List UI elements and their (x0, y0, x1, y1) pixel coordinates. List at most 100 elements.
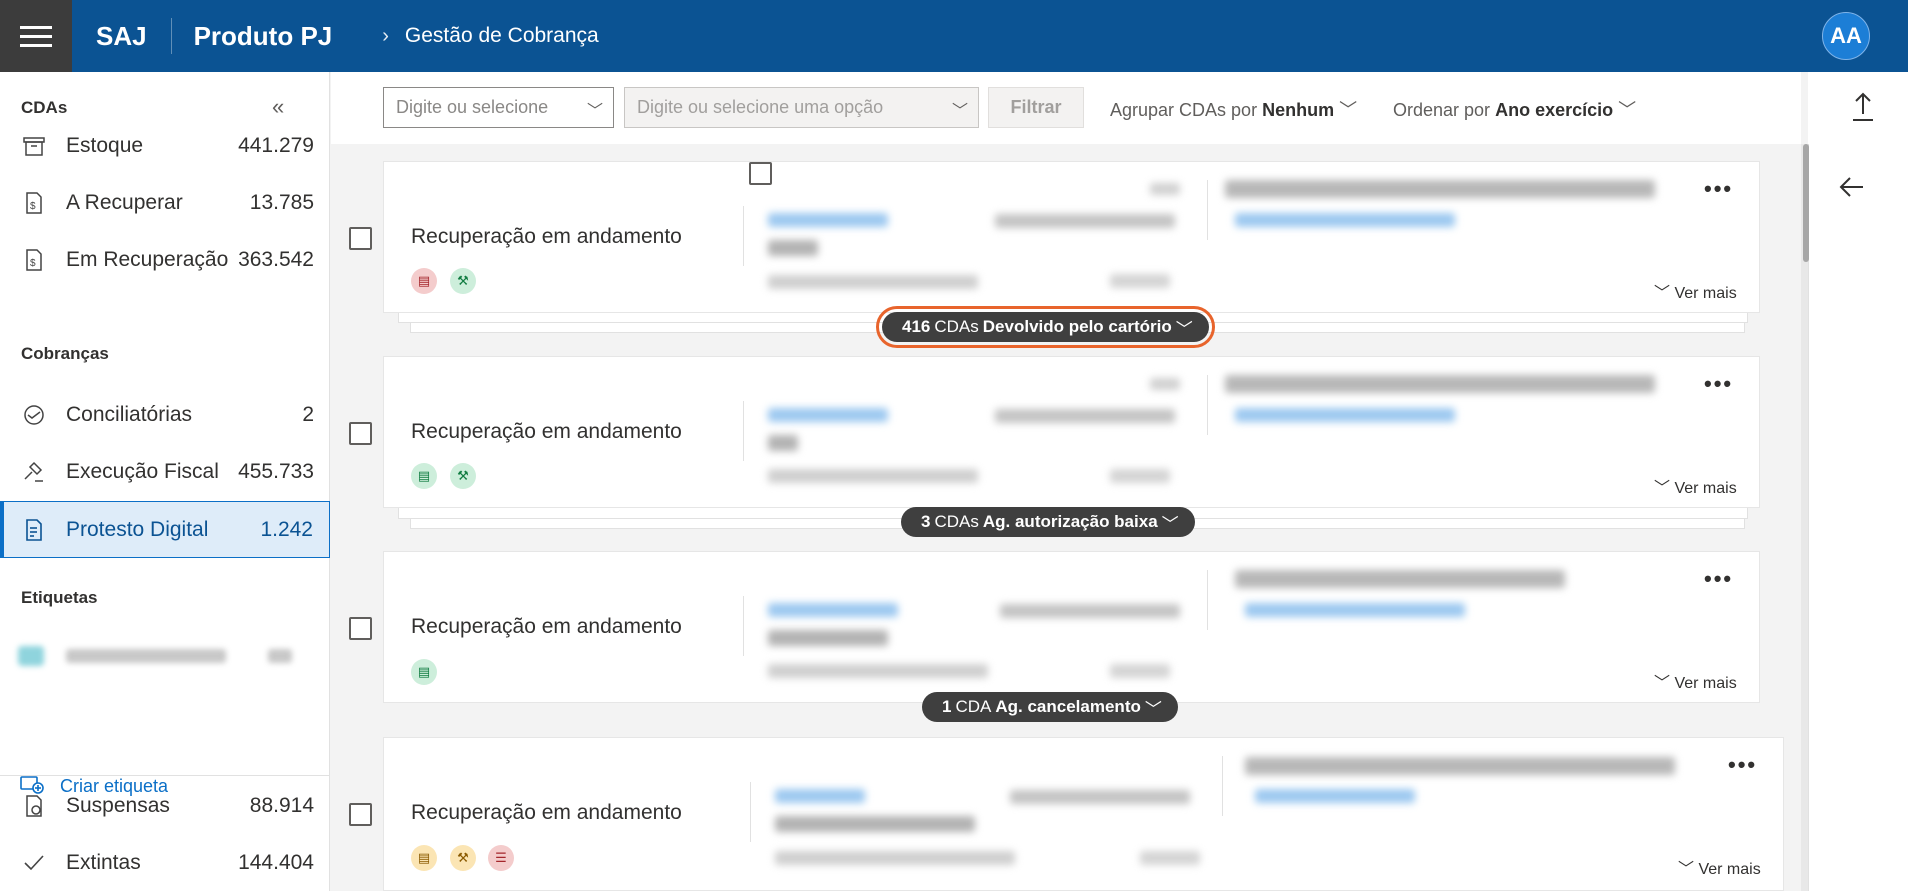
chevron-down-icon: ﹀ (1654, 675, 1675, 692)
redacted-text (1225, 375, 1655, 393)
redacted-text (768, 275, 978, 289)
more-options-icon[interactable]: ••• (1704, 371, 1733, 397)
sidebar-item-count: 13.785 (249, 191, 314, 214)
group-count: 3 (921, 512, 931, 531)
card-checkbox[interactable] (349, 422, 372, 445)
card-checkbox[interactable] (749, 162, 772, 185)
card-divider (1207, 570, 1208, 630)
card-status: Recuperação em andamento (411, 225, 682, 248)
section-title-cobrancas: Cobranças (21, 344, 109, 363)
svg-text:$: $ (30, 258, 36, 269)
redacted-text (768, 469, 978, 483)
group-toggle-pill[interactable]: 416 CDAs Devolvido pelo cartório ﹀ (876, 306, 1215, 348)
hamburger-icon (20, 23, 52, 50)
redacted-text (768, 630, 888, 646)
card-status: Recuperação em andamento (411, 801, 682, 824)
group-count: 1 (942, 697, 952, 716)
sidebar-item-count: 363.542 (238, 248, 314, 271)
chevron-down-icon: ﹀ (1144, 699, 1162, 719)
card-divider (743, 596, 744, 656)
order-by-value: Ano exercício (1495, 100, 1614, 120)
group-unit: CDA (955, 697, 992, 716)
card-divider (1207, 180, 1208, 240)
export-icon[interactable] (1852, 90, 1874, 127)
card-checkbox[interactable] (349, 803, 372, 826)
sidebar-item-a-recuperar[interactable]: $ A Recuperar 13.785 (0, 179, 330, 227)
ver-mais-link[interactable]: ﹀ Ver mais (1654, 279, 1737, 303)
chevron-down-icon: ﹀ (1678, 861, 1699, 878)
card-checkbox[interactable] (349, 617, 372, 640)
filter-button[interactable]: Filtrar (988, 87, 1084, 128)
redacted-text (995, 409, 1175, 423)
redacted-text (1110, 664, 1170, 678)
sidebar-item-count: 144.404 (238, 851, 314, 874)
hamburger-menu-button[interactable] (0, 0, 72, 72)
group-toggle-pill[interactable]: 3 CDAs Ag. autorização baixa ﹀ (901, 507, 1195, 537)
redacted-text (1010, 790, 1190, 804)
breadcrumb[interactable]: Gestão de Cobrança (405, 24, 599, 48)
gavel-icon (20, 458, 48, 486)
brand-logo[interactable]: SAJ (96, 21, 147, 52)
tag-item[interactable] (18, 642, 318, 670)
ver-mais-link[interactable]: ﹀ Ver mais (1654, 474, 1737, 498)
sidebar-item-count: 441.279 (238, 134, 314, 157)
chevron-down-icon: ﹀ (1654, 480, 1675, 497)
chevron-down-icon: ﹀ (1618, 100, 1637, 120)
redacted-text (1140, 851, 1200, 865)
group-by-dropdown[interactable]: Agrupar CDAs por Nenhum ﹀ (1110, 96, 1357, 122)
arrow-left-icon[interactable] (1839, 174, 1865, 205)
ver-mais-label: Ver mais (1674, 285, 1737, 302)
sidebar-item-protesto-digital[interactable]: Protesto Digital 1.242 (0, 501, 330, 558)
sidebar-item-suspensas[interactable]: Suspensas 88.914 (0, 782, 330, 830)
sidebar-item-execucao-fiscal[interactable]: Execução Fiscal 455.733 (0, 448, 330, 496)
side-panel (1808, 144, 1908, 891)
card-checkbox[interactable] (349, 227, 372, 250)
filter-select[interactable]: Digite ou selecione ﹀ (383, 87, 614, 128)
chevron-right-icon: › (382, 24, 389, 47)
card-divider (1222, 756, 1223, 816)
group-toggle-pill[interactable]: 1 CDA Ag. cancelamento ﹀ (922, 692, 1178, 722)
card-divider (743, 401, 744, 461)
redacted-link (768, 603, 898, 617)
more-options-icon[interactable]: ••• (1704, 566, 1733, 592)
sidebar-item-label: Estoque (66, 134, 144, 157)
group-status: Ag. autorização baixa (982, 512, 1158, 531)
redacted-link (1245, 603, 1465, 617)
gavel-badge-icon: ⚒ (450, 845, 476, 871)
sidebar-item-label: Em Recuperação (66, 248, 229, 271)
archive-icon (20, 132, 48, 160)
ver-mais-link[interactable]: ﹀ Ver mais (1654, 669, 1737, 693)
scrollbar-thumb[interactable] (1803, 144, 1809, 262)
sidebar-item-extintas[interactable]: Extintas 144.404 (0, 839, 330, 887)
card-status: Recuperação em andamento (411, 420, 682, 443)
redacted-text (775, 851, 1015, 865)
chevron-down-icon: ﹀ (586, 103, 603, 120)
check-icon (20, 849, 48, 877)
group-unit: CDAs (934, 317, 979, 336)
order-by-dropdown[interactable]: Ordenar por Ano exercício ﹀ (1393, 96, 1636, 122)
group-count: 416 (902, 317, 931, 336)
redacted-link (768, 213, 888, 227)
redacted-text (1235, 570, 1565, 588)
product-name[interactable]: Produto PJ (194, 21, 333, 52)
more-options-icon[interactable]: ••• (1728, 752, 1757, 778)
collapse-sidebar-icon[interactable]: « (272, 94, 284, 120)
sidebar-item-estoque[interactable]: Estoque 441.279 (0, 122, 330, 170)
document-pause-icon (20, 792, 48, 820)
sidebar-item-count: 1.242 (260, 517, 313, 541)
sidebar-item-conciliatorias[interactable]: Conciliatórias 2 (0, 391, 330, 439)
top-bar: SAJ Produto PJ › Gestão de Cobrança AA (0, 0, 1908, 72)
group-by-label: Agrupar CDAs por (1110, 100, 1258, 120)
redacted-text (1245, 757, 1675, 775)
avatar[interactable]: AA (1822, 12, 1870, 60)
sidebar-item-label: Suspensas (66, 794, 170, 817)
more-options-icon[interactable]: ••• (1704, 176, 1733, 202)
ver-mais-link[interactable]: ﹀ Ver mais (1678, 855, 1761, 879)
sidebar-item-em-recuperacao[interactable]: $ Em Recuperação 363.542 (0, 236, 330, 284)
redacted-link (1235, 213, 1455, 227)
group-unit: CDAs (934, 512, 979, 531)
card-status: Recuperação em andamento (411, 615, 682, 638)
ver-mais-label: Ver mais (1674, 675, 1737, 692)
section-title-etiquetas: Etiquetas (21, 588, 98, 607)
document-dollar-icon: $ (20, 189, 48, 217)
